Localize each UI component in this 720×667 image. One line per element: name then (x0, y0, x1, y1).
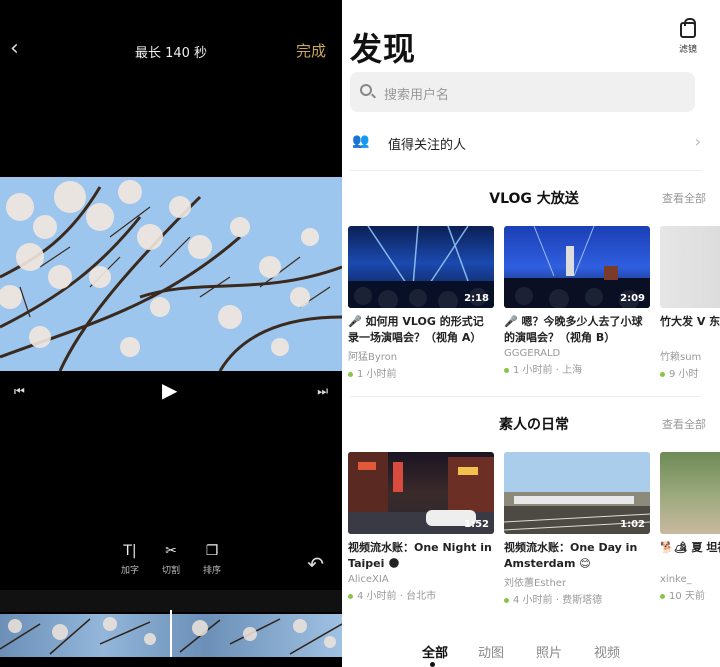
status-dot (660, 371, 665, 377)
duration-badge: 2:18 (464, 293, 489, 304)
search-icon (360, 84, 372, 96)
video-thumbnail: 2:09 (504, 226, 650, 308)
card-author[interactable]: GGGERALD (504, 348, 650, 359)
cherry-blossom-image (0, 177, 342, 371)
divider (350, 396, 702, 397)
status-dot (504, 367, 509, 373)
people-icon: 👥 (352, 133, 370, 149)
video-card[interactable]: 🐕🏕 夏 坦福学姐 xinke_ 10 天前 (660, 452, 720, 602)
app-root: ‹ 最长 140 秒 完成 ⏮ ▶ ⏭ T| 加字 ✂ 切割 ❐ 排序 ↶ 发现… (0, 0, 720, 667)
tab-photos[interactable]: 照片 (536, 642, 562, 661)
sort-button[interactable]: ❐ 排序 (192, 542, 232, 576)
card-meta-text: 10 天前 (669, 591, 705, 602)
card-meta-text: 9 小时 (669, 369, 699, 380)
daily-card-row: 1:52 视频流水账：One Night in Taipei 🌑 AliceXI… (348, 452, 720, 606)
playhead[interactable] (170, 610, 172, 657)
card-title: 视频流水账：One Day in Amsterdam 😊 (504, 541, 638, 570)
section-header-daily: 素人の日常 查看全部 (350, 414, 716, 436)
edit-toolbar: T| 加字 ✂ 切割 ❐ 排序 (0, 542, 342, 582)
vlog-card-row: 2:18 🎤 如何用 VLOG 的形式记录一场演唱会？（视角 A） 阿猛Byro… (348, 226, 720, 380)
card-title: 🎤 如何用 VLOG 的形式记录一场演唱会？（视角 A） (348, 315, 484, 344)
content-type-tabs: 全部 动图 照片 视频 (342, 636, 720, 667)
cut-button[interactable]: ✂ 切割 (151, 542, 191, 576)
filter-label: 滤镜 (678, 45, 697, 55)
card-title: 竹大发 V 东京大学 (660, 315, 720, 328)
filter-button[interactable]: 滤镜 (670, 18, 706, 55)
card-meta: 1 小时前 · 上海 (504, 361, 650, 376)
text-icon: T| (123, 543, 137, 559)
search-placeholder: 搜索用户名 (384, 88, 450, 103)
cut-label: 切割 (161, 566, 180, 576)
card-meta-text: 4 小时前 · 费斯塔德 (513, 595, 603, 606)
timeline-ruler (0, 590, 342, 612)
video-card[interactable]: 2:18 🎤 如何用 VLOG 的形式记录一场演唱会？（视角 A） 阿猛Byro… (348, 226, 494, 380)
video-editor-pane: ‹ 最长 140 秒 完成 ⏮ ▶ ⏭ T| 加字 ✂ 切割 ❐ 排序 ↶ (0, 0, 342, 667)
page-title: 发现 (350, 30, 417, 68)
recommended-people-label: 值得关注的人 (388, 138, 467, 153)
card-meta: 10 天前 (660, 587, 720, 602)
status-dot (660, 593, 665, 599)
add-text-button[interactable]: T| 加字 (110, 542, 150, 576)
card-title: 视频流水账：One Night in Taipei 🌑 (348, 541, 492, 570)
card-author[interactable]: xinke_ (660, 574, 720, 585)
duration-badge: 1:52 (464, 519, 489, 530)
tab-all[interactable]: 全部 (422, 642, 448, 661)
skip-forward-icon[interactable]: ⏭ (317, 384, 328, 399)
card-meta: 9 小时 (660, 365, 720, 380)
video-thumbnail: 2:18 (348, 226, 494, 308)
add-text-label: 加字 (120, 566, 139, 576)
see-all-link[interactable]: 查看全部 (662, 190, 706, 206)
card-title: 🎤 嗯？今晚多少人去了小球的演唱会？（视角 B） (504, 315, 643, 344)
card-author[interactable]: 竹赖sum (660, 348, 720, 363)
sort-icon: ❐ (205, 543, 219, 559)
card-meta-text: 1 小时前 (357, 369, 397, 380)
card-title: 🐕🏕 夏 坦福学姐 (660, 541, 720, 554)
card-meta: 1 小时前 (348, 365, 494, 380)
card-author[interactable]: 刘依蕙Esther (504, 574, 650, 589)
section-header-vlog: VLOG 大放送 查看全部 (350, 188, 716, 210)
play-icon[interactable]: ▶ (162, 378, 177, 402)
video-thumbnail (660, 226, 720, 308)
divider (350, 170, 702, 171)
editor-title: 最长 140 秒 (134, 46, 208, 61)
video-card[interactable]: 1:52 视频流水账：One Night in Taipei 🌑 AliceXI… (348, 452, 494, 602)
playback-controls: ⏮ ▶ ⏭ (0, 378, 342, 406)
sort-label: 排序 (202, 566, 221, 576)
tab-videos[interactable]: 视频 (594, 642, 620, 661)
video-card[interactable]: 2:09 🎤 嗯？今晚多少人去了小球的演唱会？（视角 B） GGGERALD 1… (504, 226, 650, 376)
chevron-right-icon: › (694, 132, 701, 151)
tab-gif[interactable]: 动图 (478, 642, 504, 661)
skip-back-icon[interactable]: ⏮ (14, 384, 25, 399)
video-thumbnail: 1:52 (348, 452, 494, 534)
duration-badge: 1:02 (620, 519, 645, 530)
video-card[interactable]: 竹大发 V 东京大学 竹赖sum 9 小时 (660, 226, 720, 380)
see-all-link[interactable]: 查看全部 (662, 416, 706, 432)
status-dot (348, 371, 353, 377)
video-preview[interactable] (0, 177, 342, 371)
done-button[interactable]: 完成 (296, 40, 326, 61)
card-meta-text: 4 小时前 · 台北市 (357, 591, 437, 602)
timeline[interactable] (0, 590, 342, 667)
status-dot (504, 597, 509, 603)
discover-pane: 发现 滤镜 搜索用户名 👥 值得关注的人 › VLOG 大放送 查看全部 2:1… (342, 0, 720, 667)
card-meta-text: 1 小时前 · 上海 (513, 365, 583, 376)
status-dot (348, 593, 353, 599)
bag-icon (680, 18, 696, 38)
card-author[interactable]: 阿猛Byron (348, 348, 494, 363)
video-thumbnail (660, 452, 720, 534)
recommended-people-row[interactable]: 👥 值得关注的人 › (350, 124, 705, 160)
card-meta: 4 小时前 · 台北市 (348, 587, 494, 602)
duration-badge: 2:09 (620, 293, 645, 304)
undo-icon[interactable]: ↶ (307, 552, 324, 576)
video-thumbnail: 1:02 (504, 452, 650, 534)
search-input[interactable]: 搜索用户名 (350, 72, 695, 112)
active-tab-indicator (430, 662, 435, 667)
editor-header: ‹ 最长 140 秒 完成 (0, 0, 342, 100)
card-meta: 4 小时前 · 费斯塔德 (504, 591, 650, 606)
card-author[interactable]: AliceXIA (348, 574, 494, 585)
scissors-icon: ✂ (165, 543, 177, 559)
video-card[interactable]: 1:02 视频流水账：One Day in Amsterdam 😊 刘依蕙Est… (504, 452, 650, 606)
